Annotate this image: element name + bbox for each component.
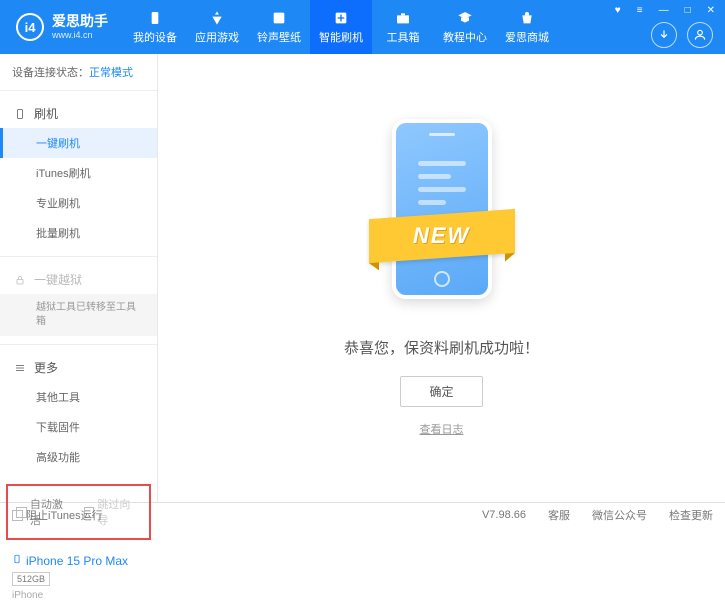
nav-smart-flash[interactable]: 智能刷机 bbox=[310, 0, 372, 54]
connected-device[interactable]: iPhone 15 Pro Max 512GB iPhone bbox=[0, 544, 157, 609]
flash-icon bbox=[331, 10, 351, 26]
customer-service[interactable]: 客服 bbox=[548, 507, 570, 523]
success-message: 恭喜您，保资料刷机成功啦！ bbox=[344, 337, 539, 358]
nav-toolbox[interactable]: 工具箱 bbox=[372, 0, 434, 54]
jailbreak-note: 越狱工具已转移至工具箱 bbox=[0, 294, 157, 336]
minimize-icon[interactable]: — bbox=[655, 3, 673, 18]
sidebar-item-oneclick-flash[interactable]: 一键刷机 bbox=[0, 128, 157, 158]
nav-tutorials[interactable]: 教程中心 bbox=[434, 0, 496, 54]
device-storage: 512GB bbox=[12, 572, 50, 586]
sidebar-item-download-firmware[interactable]: 下载固件 bbox=[0, 412, 157, 442]
chk-block-itunes[interactable]: 阻止iTunes运行 bbox=[12, 507, 103, 523]
view-log-link[interactable]: 查看日志 bbox=[420, 421, 464, 437]
sidebar-item-advanced[interactable]: 高级功能 bbox=[0, 442, 157, 472]
sidebar-item-itunes-flash[interactable]: iTunes刷机 bbox=[0, 158, 157, 188]
nav-apps-games[interactable]: 应用游戏 bbox=[186, 0, 248, 54]
check-update[interactable]: 检查更新 bbox=[669, 507, 713, 523]
phone-small-icon bbox=[12, 552, 22, 569]
nav-ringtones[interactable]: 铃声壁纸 bbox=[248, 0, 310, 54]
device-status: 设备连接状态：正常模式 bbox=[0, 54, 157, 91]
feedback-icon[interactable]: ♥ bbox=[611, 3, 625, 18]
logo-icon: i4 bbox=[16, 13, 44, 41]
section-jailbreak: 一键越狱 bbox=[0, 265, 157, 294]
sidebar-item-pro-flash[interactable]: 专业刷机 bbox=[0, 188, 157, 218]
sidebar-item-batch-flash[interactable]: 批量刷机 bbox=[0, 218, 157, 248]
ribbon-text: NEW bbox=[413, 223, 470, 249]
close-icon[interactable]: ✕ bbox=[703, 3, 719, 18]
success-illustration: NEW bbox=[377, 119, 507, 319]
toolbox-icon bbox=[393, 10, 413, 26]
ok-button[interactable]: 确定 bbox=[400, 376, 482, 407]
nav-store[interactable]: 爱思商城 bbox=[496, 0, 558, 54]
section-more[interactable]: 更多 bbox=[0, 353, 157, 382]
store-icon bbox=[517, 10, 537, 26]
wallpaper-icon bbox=[269, 10, 289, 26]
nav-my-device[interactable]: 我的设备 bbox=[124, 0, 186, 54]
menu-lines-icon bbox=[14, 362, 26, 374]
device-type: iPhone bbox=[12, 590, 145, 601]
app-title: 爱思助手 bbox=[52, 14, 108, 29]
apps-icon bbox=[207, 10, 227, 26]
menu-icon[interactable]: ≡ bbox=[633, 3, 647, 18]
version-label: V7.98.66 bbox=[482, 509, 526, 521]
user-button[interactable] bbox=[687, 22, 713, 48]
section-flash[interactable]: 刷机 bbox=[0, 99, 157, 128]
sidebar-item-other-tools[interactable]: 其他工具 bbox=[0, 382, 157, 412]
maximize-icon[interactable]: □ bbox=[681, 3, 695, 18]
wechat-link[interactable]: 微信公众号 bbox=[592, 507, 647, 523]
app-logo: i4 爱思助手 www.i4.cn bbox=[0, 13, 124, 41]
download-button[interactable] bbox=[651, 22, 677, 48]
lock-icon bbox=[14, 274, 26, 286]
device-icon bbox=[145, 10, 165, 26]
phone-icon bbox=[14, 108, 26, 120]
tutorial-icon bbox=[455, 10, 475, 26]
app-url: www.i4.cn bbox=[52, 30, 108, 40]
